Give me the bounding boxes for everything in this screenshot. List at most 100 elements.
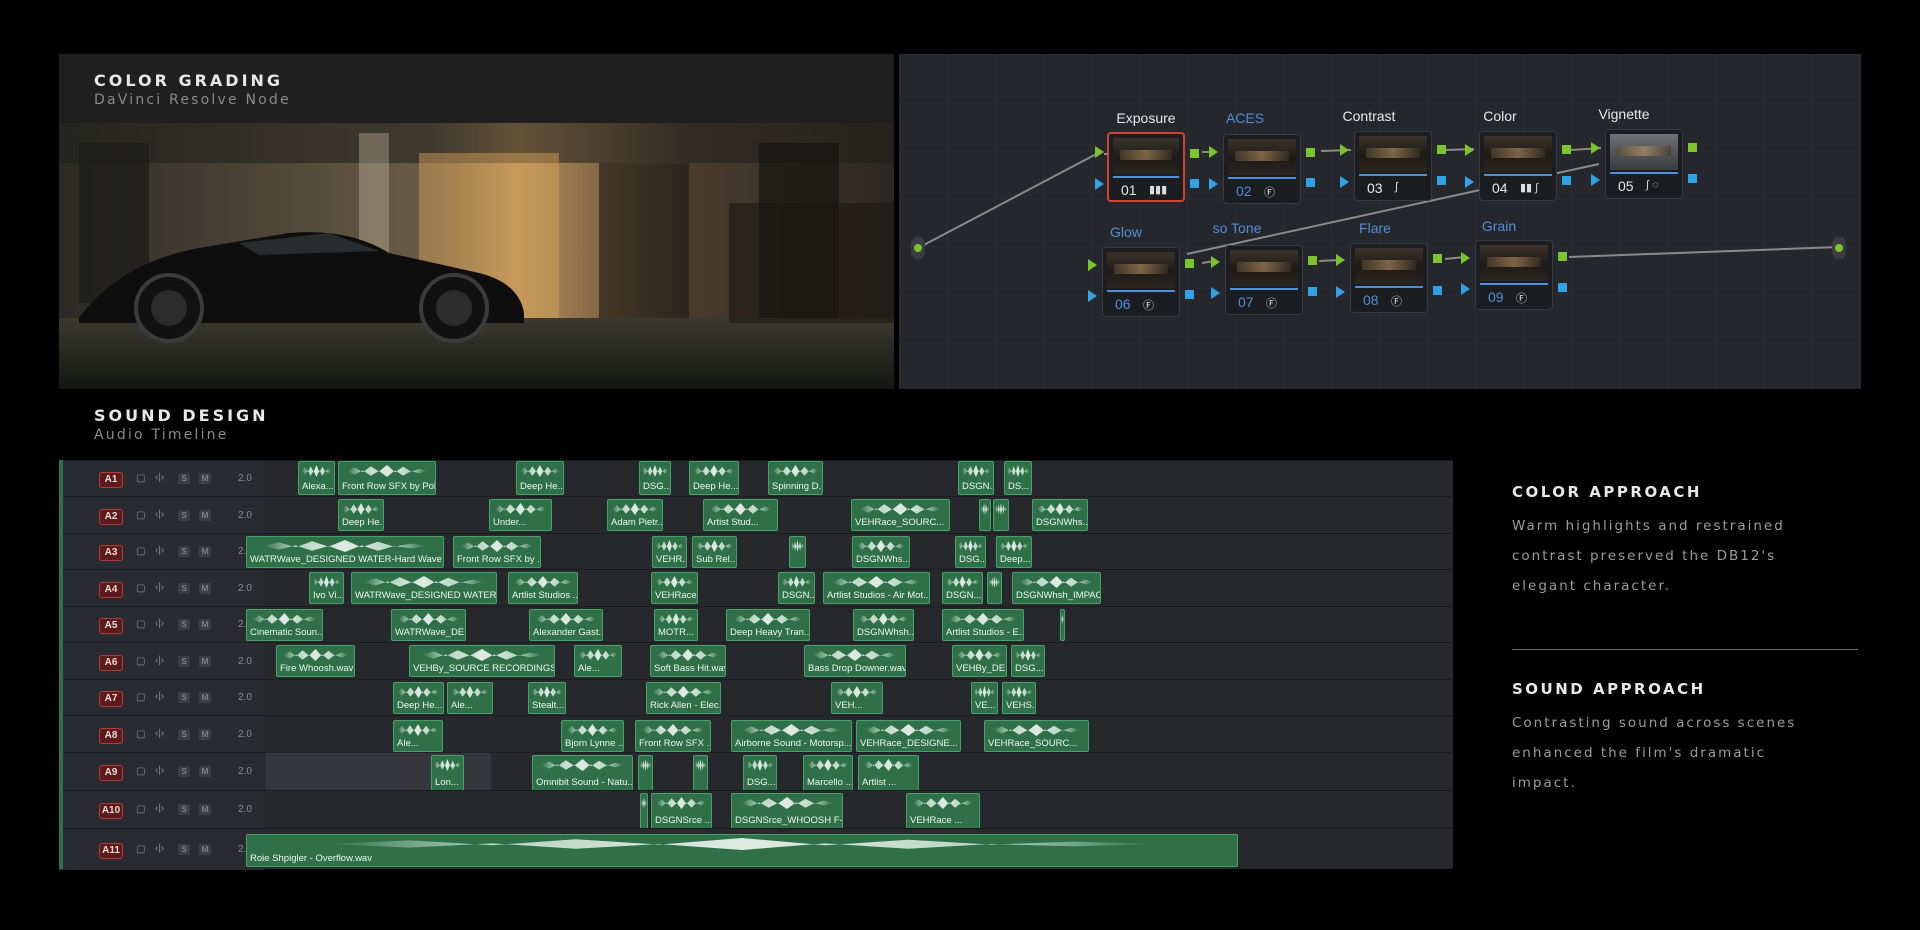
audio-clip[interactable]: Deep He... (393, 682, 444, 714)
node-06-output-blue[interactable] (1185, 290, 1194, 299)
solo-button[interactable]: S (178, 844, 190, 855)
lock-icon[interactable]: ▢ (136, 766, 145, 777)
audio-clip[interactable]: VE... (971, 682, 998, 714)
solo-button[interactable]: S (178, 804, 190, 815)
audio-clip[interactable]: Alexander Gast... (529, 609, 603, 641)
track-row-a9[interactable]: A9 ▢ ‹|› S M 2.0 Lon... Omnibit Sound - Natu...… (59, 752, 1453, 791)
audio-timeline[interactable]: A1 ▢ ‹|› S M 2.0 Alexa... Front Row SFX by Pol.… (59, 460, 1453, 870)
audio-clip[interactable]: Artist Stud... (703, 499, 778, 531)
audio-clip[interactable]: Alexa... (298, 461, 335, 495)
lock-icon[interactable]: ▢ (136, 692, 145, 703)
node-graph-panel[interactable]: Exposure 01 ▮▮▮ ACES 02 Ⓕ Contrast 03 ∫ … (899, 54, 1861, 389)
audio-clip[interactable]: DS... (1004, 461, 1032, 495)
node-05-output-blue[interactable] (1688, 174, 1697, 183)
solo-button[interactable]: S (178, 583, 190, 594)
audio-clip[interactable]: DSGN... (778, 572, 815, 604)
audio-clip[interactable] (789, 536, 806, 568)
solo-button[interactable]: S (178, 766, 190, 777)
node-06-input-blue[interactable] (1088, 290, 1097, 302)
audio-clip[interactable] (693, 755, 708, 791)
node-02-input-blue[interactable] (1209, 178, 1218, 190)
track-header[interactable]: A1 ▢ ‹|› S M 2.0 (59, 461, 264, 497)
node-02-output-green[interactable] (1306, 148, 1315, 157)
audio-clip[interactable]: WATRWave_DESIGNED WATER-H... (351, 572, 497, 604)
audio-clip[interactable]: WATRWave_DE... (391, 609, 466, 641)
audio-clip[interactable]: DSGNSrce ... (651, 793, 712, 829)
node-02-input-green[interactable] (1209, 146, 1218, 158)
node-input-port[interactable] (911, 237, 925, 259)
node-04-color[interactable]: 04 ▮▮ ∫ (1479, 131, 1557, 201)
audio-clip[interactable]: DSGN... (942, 572, 983, 604)
audio-clip[interactable]: DSG... (1011, 645, 1045, 677)
mute-button[interactable]: M (199, 510, 211, 521)
audio-clip[interactable]: VEHS... (1002, 682, 1036, 714)
node-08-flare[interactable]: 08 Ⓕ (1350, 243, 1428, 313)
track-header[interactable]: A5 ▢ ‹|› S M 2.0 (59, 607, 264, 643)
mute-button[interactable]: M (199, 473, 211, 484)
solo-button[interactable]: S (178, 656, 190, 667)
track-row-a3[interactable]: A3 ▢ ‹|› S M 2.0 WATRWave_DESIGNED WATER-Hard … (59, 533, 1453, 570)
audio-clip[interactable]: Bjorn Lynne ... (561, 720, 624, 752)
audio-clip[interactable]: Ivo Vi... (309, 572, 344, 604)
node-03-input-green[interactable] (1340, 144, 1349, 156)
solo-button[interactable]: S (178, 729, 190, 740)
node-05-input-blue[interactable] (1591, 174, 1600, 186)
track-row-a11[interactable]: A11 ▢ ‹|› S M 2.0 Roie Shpigler - Overflow.wav (59, 828, 1453, 870)
node-09-grain[interactable]: 09 Ⓕ (1475, 240, 1553, 310)
node-01-input-blue[interactable] (1095, 178, 1104, 190)
audio-clip[interactable] (640, 793, 648, 829)
track-row-a8[interactable]: A8 ▢ ‹|› S M 2.0 Ale... Bjorn Lynne ... Front Ro… (59, 715, 1453, 753)
audio-clip[interactable]: Artlist Studios - Air Mot... (823, 572, 930, 604)
node-07-so-tone[interactable]: 07 Ⓕ (1225, 245, 1303, 315)
node-02-aces[interactable]: 02 Ⓕ (1223, 134, 1301, 204)
audio-clip[interactable]: VEHRace_SOURC... (984, 720, 1089, 752)
audio-clip[interactable]: MOTR... (654, 609, 698, 641)
audio-clip[interactable] (987, 572, 1002, 604)
audio-clip[interactable]: VEHRace... (651, 572, 698, 604)
audio-clip[interactable]: DSGN... (958, 461, 994, 495)
auto-select-icon[interactable]: ‹|› (155, 843, 164, 854)
node-09-input-blue[interactable] (1461, 283, 1470, 295)
track-row-a1[interactable]: A1 ▢ ‹|› S M 2.0 Alexa... Front Row SFX by Pol.… (59, 460, 1453, 497)
track-header[interactable]: A11 ▢ ‹|› S M 2.0 (59, 829, 264, 870)
audio-clip[interactable]: DSGNSrce_WHOOSH F-E... (731, 793, 843, 829)
auto-select-icon[interactable]: ‹|› (155, 472, 164, 483)
audio-clip[interactable]: VEHRace_DESIGNE... (856, 720, 961, 752)
audio-clip[interactable]: Rick Allen - Elec... (646, 682, 721, 714)
audio-clip[interactable]: Fire Whoosh.wav (276, 645, 355, 677)
node-07-input-green[interactable] (1211, 256, 1220, 268)
audio-clip[interactable]: DSGNWhs... (1032, 499, 1088, 531)
node-04-input-green[interactable] (1465, 144, 1474, 156)
auto-select-icon[interactable]: ‹|› (155, 509, 164, 520)
audio-clip[interactable]: Artlist ... (858, 755, 919, 791)
solo-button[interactable]: S (178, 473, 190, 484)
track-row-a10[interactable]: A10 ▢ ‹|› S M 2.0 DSGNSrce ... DSGNSrce_WHOOSH … (59, 790, 1453, 829)
mute-button[interactable]: M (199, 656, 211, 667)
track-header[interactable]: A6 ▢ ‹|› S M 2.0 (59, 643, 264, 680)
audio-clip[interactable]: DSGNWhs... (852, 536, 910, 568)
node-03-contrast[interactable]: 03 ∫ (1354, 131, 1432, 201)
track-header[interactable]: A9 ▢ ‹|› S M 2.0 (59, 753, 264, 791)
audio-clip[interactable]: Airborne Sound - Motorsp... (731, 720, 852, 752)
lock-icon[interactable]: ▢ (136, 804, 145, 815)
audio-clip[interactable]: Marcello ... (803, 755, 853, 791)
node-08-output-blue[interactable] (1433, 286, 1442, 295)
node-06-input-green[interactable] (1088, 259, 1097, 271)
lock-icon[interactable]: ▢ (136, 656, 145, 667)
audio-clip[interactable]: Ale... (447, 682, 493, 714)
track-header[interactable]: A10 ▢ ‹|› S M 2.0 (59, 791, 264, 829)
audio-clip[interactable]: DSG... (639, 461, 671, 495)
audio-clip[interactable]: Ale... (393, 720, 443, 752)
node-01-exposure[interactable]: 01 ▮▮▮ (1107, 132, 1185, 202)
track-row-a6[interactable]: A6 ▢ ‹|› S M 2.0 Fire Whoosh.wav VEHBy_SOURCE R… (59, 642, 1453, 680)
audio-clip[interactable]: VEHRace_SOURC... (851, 499, 950, 531)
audio-clip[interactable] (638, 755, 653, 791)
auto-select-icon[interactable]: ‹|› (155, 582, 164, 593)
audio-clip[interactable]: Ale... (574, 645, 622, 677)
audio-clip[interactable]: Omnibit Sound - Natu... (532, 755, 633, 791)
track-header[interactable]: A8 ▢ ‹|› S M 2.0 (59, 716, 264, 753)
audio-clip[interactable] (1060, 609, 1065, 641)
audio-clip[interactable]: Cinematic Soun... (246, 609, 323, 641)
audio-clip[interactable]: Deep He... (338, 499, 384, 531)
audio-clip[interactable]: Artlist Studios ... (508, 572, 578, 604)
